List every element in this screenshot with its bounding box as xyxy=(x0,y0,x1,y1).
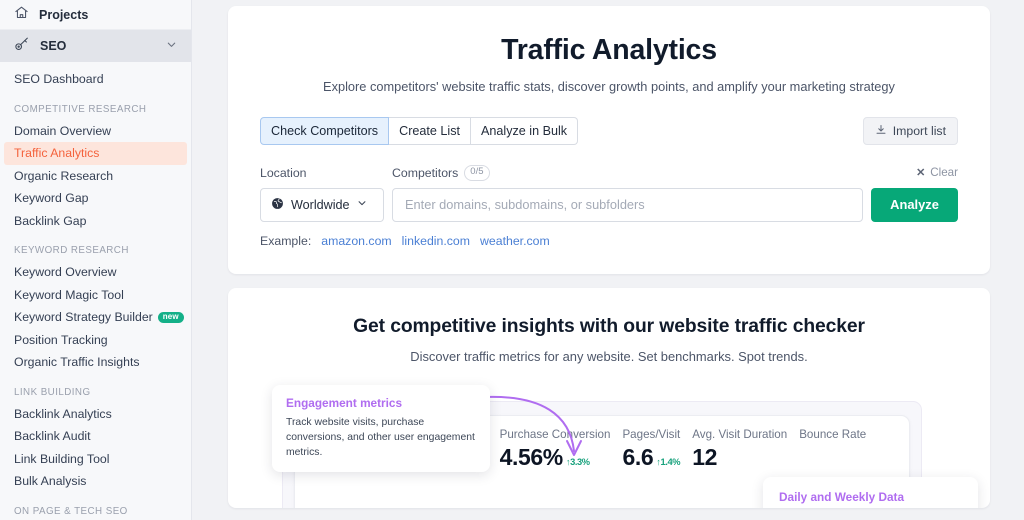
sidebar-item-label: Keyword Gap xyxy=(14,191,89,206)
location-label: Location xyxy=(260,165,307,180)
seo-key-icon xyxy=(14,36,30,57)
chevron-down-icon[interactable] xyxy=(166,39,177,53)
main-content: Traffic Analytics Explore competitors' w… xyxy=(192,0,1024,520)
sidebar-item-keyword-magic-tool[interactable]: Keyword Magic Tool xyxy=(0,284,191,307)
hero-toolbar: Check Competitors Create List Analyze in… xyxy=(260,117,958,145)
sidebar-item-backlink-analytics[interactable]: Backlink Analytics xyxy=(0,403,191,426)
sidebar-section-label: SEO xyxy=(40,39,67,53)
import-list-button[interactable]: Import list xyxy=(862,117,958,145)
sidebar-group-label: KEYWORD RESEARCH xyxy=(14,245,129,256)
sidebar-item-label: Organic Research xyxy=(14,168,114,183)
metric-bounce-rate: Bounce Rate xyxy=(799,428,878,444)
traffic-analytics-hero-card: Traffic Analytics Explore competitors' w… xyxy=(228,6,990,274)
sidebar-item-domain-overview[interactable]: Domain Overview xyxy=(0,120,191,143)
sidebar-item-label: Domain Overview xyxy=(14,123,112,138)
sidebar-item-position-tracking[interactable]: Position Tracking xyxy=(0,329,191,352)
example-row: Example: amazon.com linkedin.com weather… xyxy=(260,234,958,248)
promo-title: Get competitive insights with our websit… xyxy=(353,315,865,337)
metric-value-group: 12 xyxy=(692,444,787,471)
app-root: Projects SEO SEO Dashboard COMPETITIVE R… xyxy=(0,0,1024,520)
close-icon: ✕ xyxy=(916,167,926,180)
location-value: Worldwide xyxy=(291,197,350,212)
metric-avg-visit-duration: Avg. Visit Duration 12 xyxy=(692,428,799,471)
chevron-down-icon xyxy=(357,198,367,211)
metric-pages-per-visit: Pages/Visit 6.6 ↑1.4% xyxy=(622,428,692,471)
metric-delta: ↑1.4% xyxy=(656,456,681,467)
sidebar-item-backlink-audit[interactable]: Backlink Audit xyxy=(0,425,191,448)
example-label: Example: xyxy=(260,233,312,248)
sidebar-item-label: Backlink Gap xyxy=(14,213,87,228)
sidebar-item-seo-dashboard[interactable]: SEO Dashboard xyxy=(0,68,191,91)
sidebar-item-label: Backlink Audit xyxy=(14,429,91,444)
sidebar-item-keyword-strategy-builder[interactable]: Keyword Strategy Builder new xyxy=(0,306,191,329)
sidebar-item-bulk-analysis[interactable]: Bulk Analysis xyxy=(0,470,191,493)
tooltip-title: Daily and Weekly Data xyxy=(779,489,905,504)
sidebar: Projects SEO SEO Dashboard COMPETITIVE R… xyxy=(0,0,192,520)
tooltip-body: Track website visits, purchase conversio… xyxy=(286,416,475,458)
status-badge-new: new xyxy=(157,311,184,323)
sidebar-item-organic-research[interactable]: Organic Research xyxy=(0,165,191,188)
promo-subtitle: Discover traffic metrics for any website… xyxy=(410,348,808,364)
search-field-row: Worldwide Analyze xyxy=(260,187,958,222)
example-link-weather[interactable]: weather.com xyxy=(480,234,550,248)
sidebar-item-label: Traffic Analytics xyxy=(14,146,100,161)
tooltip-daily-weekly-data: Daily and Weekly Data xyxy=(763,476,978,508)
sidebar-group-label: COMPETITIVE RESEARCH xyxy=(14,103,147,115)
analyze-button[interactable]: Analyze xyxy=(871,187,958,222)
sidebar-item-keyword-overview[interactable]: Keyword Overview xyxy=(0,261,191,284)
sidebar-item-label: Bulk Analysis xyxy=(14,474,87,489)
competitors-label-group: Competitors 0/5 xyxy=(392,165,490,181)
tooltip-engagement-metrics: Engagement metrics Track website visits,… xyxy=(272,384,490,473)
sidebar-group-label: LINK BUILDING xyxy=(14,386,91,398)
page-subtitle: Explore competitors' website traffic sta… xyxy=(323,79,895,94)
sidebar-item-label: Backlink Analytics xyxy=(14,406,112,421)
sidebar-item-keyword-gap[interactable]: Keyword Gap xyxy=(0,187,191,210)
sidebar-nav-list: SEO Dashboard COMPETITIVE RESEARCH Domai… xyxy=(0,62,191,520)
competitors-label: Competitors xyxy=(392,165,459,180)
metric-value: 12 xyxy=(692,443,718,470)
download-icon xyxy=(875,124,887,139)
sidebar-item-label: Link Building Tool xyxy=(14,451,110,466)
tab-check-competitors[interactable]: Check Competitors xyxy=(260,117,390,145)
sidebar-item-projects[interactable]: Projects xyxy=(0,0,191,30)
clear-button[interactable]: ✕ Clear xyxy=(916,166,958,179)
curved-arrow-icon xyxy=(484,395,582,456)
sidebar-item-traffic-analytics[interactable]: Traffic Analytics xyxy=(4,142,187,165)
tab-create-list[interactable]: Create List xyxy=(389,117,471,145)
field-labels-row: Location Competitors 0/5 ✕ Clear xyxy=(260,165,958,181)
sidebar-section-seo[interactable]: SEO xyxy=(0,30,191,62)
sidebar-item-label: SEO Dashboard xyxy=(14,72,104,87)
page-title: Traffic Analytics xyxy=(501,34,717,66)
sidebar-item-label: Keyword Overview xyxy=(14,265,117,280)
metric-label: Bounce Rate xyxy=(799,427,867,441)
sidebar-item-label: Organic Traffic Insights xyxy=(14,355,140,370)
metric-value: 6.6 xyxy=(622,443,654,470)
metric-value-group: 6.6 ↑1.4% xyxy=(622,444,680,471)
promo-stage: Visits 1.2B ↓0.5% Unique Visitors 29.5M … xyxy=(260,384,978,508)
promo-card: Get competitive insights with our websit… xyxy=(228,287,990,508)
location-select[interactable]: Worldwide xyxy=(260,187,384,222)
search-input[interactable] xyxy=(392,187,863,222)
sidebar-projects-label: Projects xyxy=(39,7,89,22)
competitors-count: 0/5 xyxy=(464,165,490,181)
sidebar-item-link-building-tool[interactable]: Link Building Tool xyxy=(0,448,191,471)
tab-analyze-in-bulk[interactable]: Analyze in Bulk xyxy=(471,117,579,145)
sidebar-item-organic-traffic-insights[interactable]: Organic Traffic Insights xyxy=(0,351,191,374)
sidebar-item-label: Keyword Strategy Builder xyxy=(14,310,153,325)
tooltip-title: Engagement metrics xyxy=(286,395,403,410)
clear-label: Clear xyxy=(930,166,958,180)
sidebar-item-backlink-gap[interactable]: Backlink Gap xyxy=(0,210,191,233)
example-link-linkedin[interactable]: linkedin.com xyxy=(402,234,470,248)
home-icon xyxy=(14,5,29,25)
mode-tabs: Check Competitors Create List Analyze in… xyxy=(260,117,579,145)
import-list-label: Import list xyxy=(892,124,946,138)
example-link-amazon[interactable]: amazon.com xyxy=(321,234,391,248)
globe-icon xyxy=(271,197,284,213)
sidebar-group-label: ON PAGE & TECH SEO xyxy=(14,505,128,517)
metric-label: Avg. Visit Duration xyxy=(692,427,788,441)
sidebar-item-label: Keyword Magic Tool xyxy=(14,287,124,302)
metric-label: Pages/Visit xyxy=(622,427,681,441)
sidebar-item-label: Position Tracking xyxy=(14,332,108,347)
